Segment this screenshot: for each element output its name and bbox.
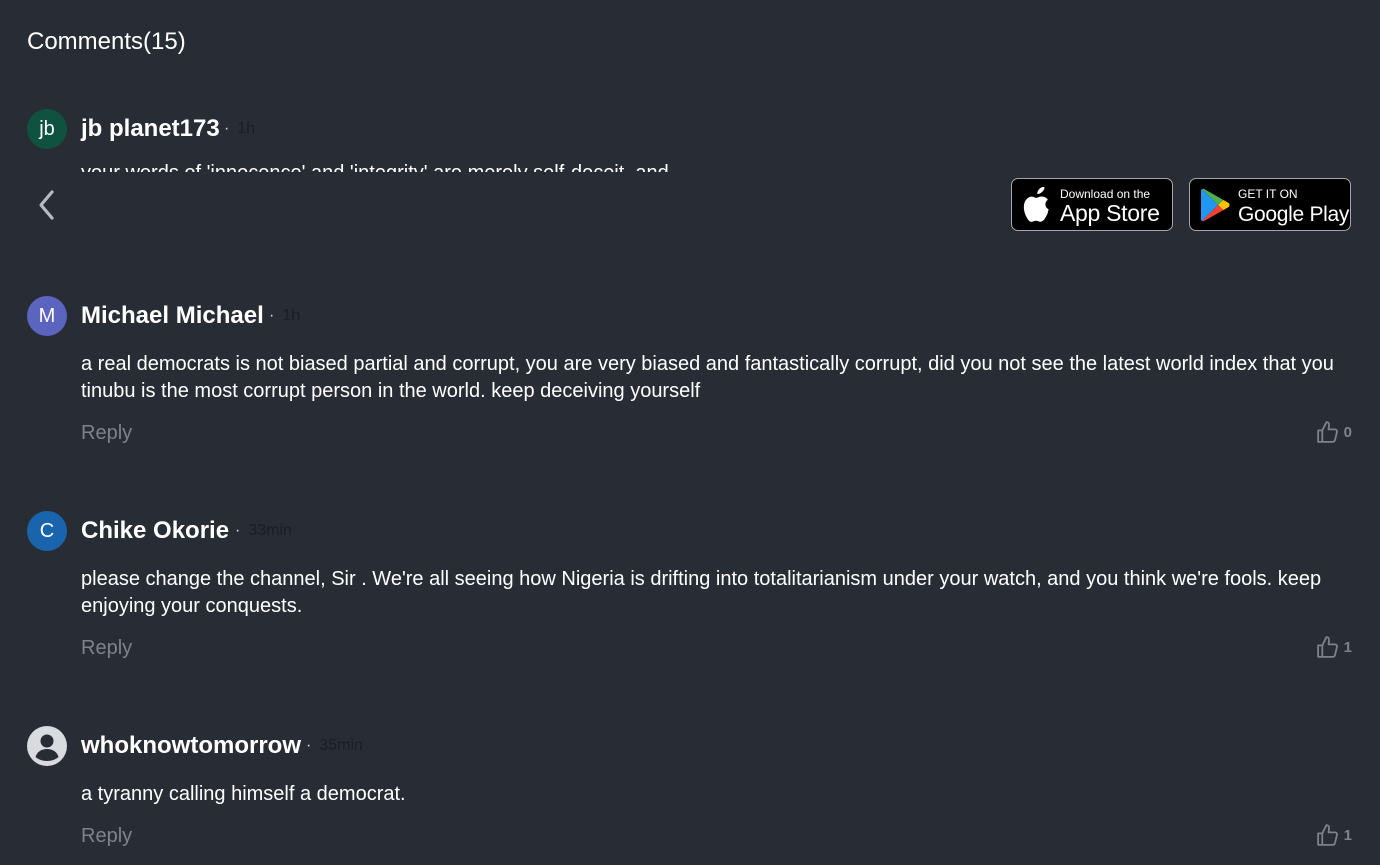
like-count: 1 bbox=[1343, 638, 1352, 656]
comment-text-clipped: your words of 'innocence' and 'integrity… bbox=[81, 160, 781, 172]
comment-item: jb jb planet173 · 1h bbox=[27, 109, 1352, 149]
comment-text: please change the channel, Sir . We're a… bbox=[81, 568, 1322, 617]
comment-time: · 35min bbox=[306, 737, 363, 754]
comment-author[interactable]: Chike Okorie bbox=[81, 517, 229, 545]
app-store-small-text: Download on the bbox=[1060, 187, 1151, 201]
chevron-left-icon bbox=[39, 190, 54, 220]
comment-author[interactable]: Michael Michael bbox=[81, 302, 264, 330]
comment-time-value: 33min bbox=[248, 522, 292, 539]
comment-time-value: 35min bbox=[319, 737, 363, 754]
avatar[interactable]: jb bbox=[27, 109, 67, 149]
avatar-initials: jb bbox=[39, 117, 55, 140]
thumbs-up-icon bbox=[1316, 636, 1338, 658]
like-button[interactable]: 0 bbox=[1315, 420, 1352, 445]
like-button[interactable]: 1 bbox=[1315, 823, 1352, 848]
reply-button[interactable]: Reply bbox=[81, 636, 132, 660]
avatar-initials: C bbox=[39, 519, 55, 542]
app-download-bar: Download on the App Store GET IT ON Goog… bbox=[0, 172, 1380, 238]
reply-button[interactable]: Reply bbox=[81, 421, 132, 445]
google-play-big-text: Google Play bbox=[1238, 203, 1350, 226]
comment-author[interactable]: jb planet173 bbox=[81, 115, 220, 143]
apple-icon bbox=[1023, 187, 1049, 222]
like-button[interactable]: 1 bbox=[1315, 635, 1352, 660]
thumbs-up-icon bbox=[1316, 421, 1338, 443]
comment-text: a real democrats is not biased partial a… bbox=[81, 353, 1334, 402]
back-button[interactable] bbox=[30, 188, 64, 222]
comment-header: whoknowtomorrow · 35min bbox=[27, 726, 1352, 766]
app-store-big-text: App Store bbox=[1060, 200, 1160, 226]
comment-time: · 33min bbox=[235, 522, 292, 539]
avatar[interactable]: C bbox=[27, 511, 67, 551]
comment-time: · 1h bbox=[224, 120, 256, 137]
comments-page: Comments(15) jb jb planet173 ·1h your wo… bbox=[0, 0, 1380, 865]
reply-button[interactable]: Reply bbox=[81, 824, 132, 848]
google-play-icon bbox=[1201, 188, 1230, 222]
avatar[interactable]: M bbox=[27, 296, 67, 336]
comment-header: C Chike Okorie · 33min bbox=[27, 511, 1352, 551]
comments-title: Comments(15) bbox=[27, 28, 186, 55]
comment-time-value: 1h bbox=[282, 307, 301, 324]
like-count: 1 bbox=[1343, 826, 1352, 844]
comment-item: whoknowtomorrow · 35min a tyranny calling… bbox=[27, 726, 1352, 865]
google-play-small-text: GET IT ON bbox=[1238, 187, 1298, 201]
comment-header: M Michael Michael · 1h bbox=[27, 296, 1352, 336]
comment-time: · 1h bbox=[269, 307, 301, 324]
comment-author[interactable]: whoknowtomorrow bbox=[81, 732, 301, 760]
thumbs-up-icon bbox=[1316, 824, 1338, 846]
app-store-button[interactable]: Download on the App Store bbox=[1011, 178, 1173, 231]
comment-text: a tyranny calling himself a democrat. bbox=[81, 783, 406, 805]
avatar-initials: M bbox=[38, 304, 56, 327]
comment-text: your words of 'innocence' and 'integrity… bbox=[81, 163, 781, 172]
default-user-icon bbox=[35, 734, 59, 761]
avatar[interactable] bbox=[27, 726, 67, 766]
like-count: 0 bbox=[1343, 423, 1352, 441]
google-play-button[interactable]: GET IT ON Google Play bbox=[1189, 178, 1351, 231]
comment-time-value: 1h bbox=[237, 120, 256, 137]
comment-header: jb jb planet173 · 1h bbox=[27, 109, 1352, 149]
comment-item: C Chike Okorie · 33min please change the … bbox=[27, 511, 1352, 671]
comment-item: M Michael Michael · 1h a real democrats i… bbox=[27, 296, 1352, 456]
